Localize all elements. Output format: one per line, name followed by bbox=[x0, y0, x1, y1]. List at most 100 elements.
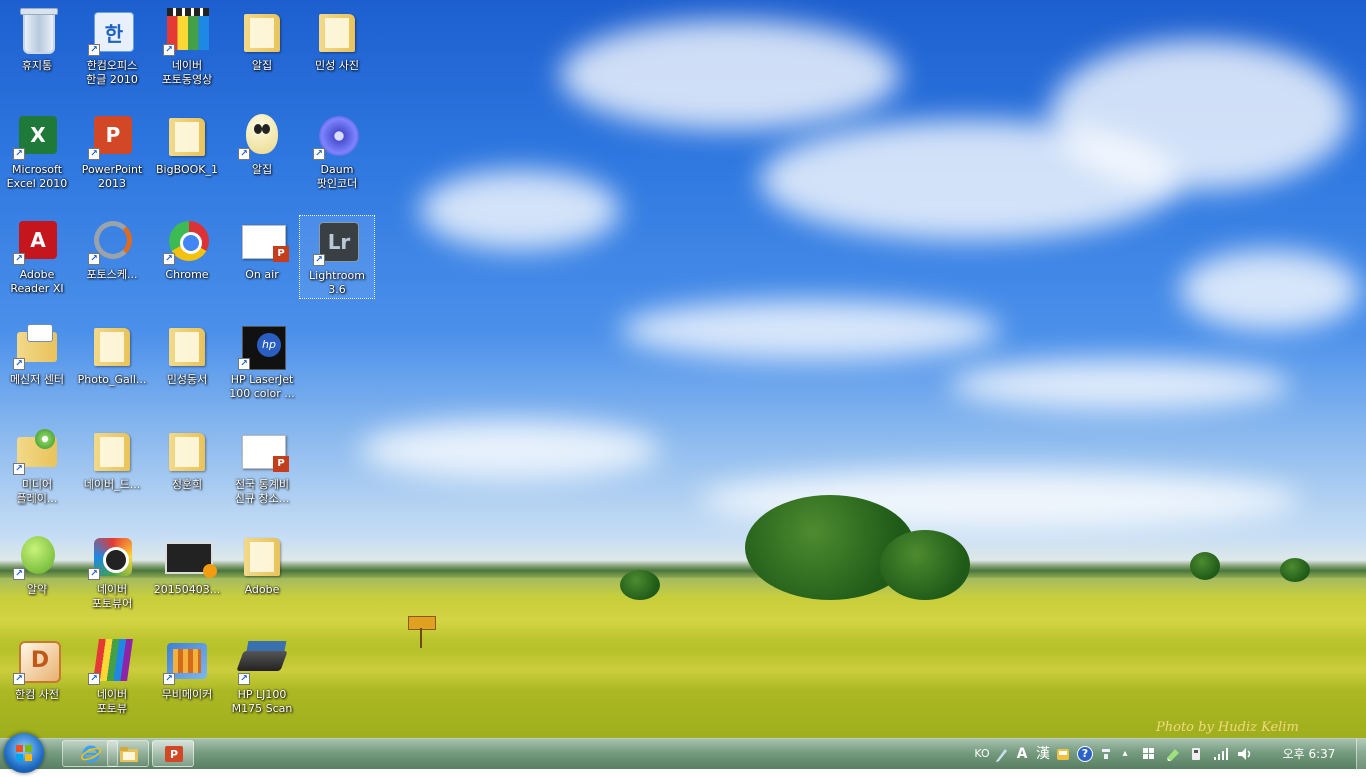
folder-icon bbox=[94, 328, 130, 366]
desktop[interactable]: Photo by Hudiz Kelim 휴지통 X ↗ Microsoft Ex… bbox=[0, 0, 1366, 738]
taskbar: P KO A 漢 ? ▴ 오후 6:37 bbox=[0, 733, 1366, 773]
desktop-icon-naver-photo-video[interactable]: ↗ 네이버 포토동영상 bbox=[150, 2, 224, 102]
tree bbox=[1190, 552, 1220, 580]
desktop-icon-label: 포토스케... bbox=[86, 268, 138, 281]
desktop-icon-on-air[interactable]: P On air bbox=[225, 211, 299, 311]
desktop-icon-minseong-photos[interactable]: 민성 사진 bbox=[300, 2, 374, 102]
shortcut-arrow-icon: ↗ bbox=[163, 44, 175, 56]
shortcut-arrow-icon: ↗ bbox=[13, 148, 25, 160]
shortcut-arrow-icon: ↗ bbox=[13, 673, 25, 685]
desktop-icon-label: 알약 bbox=[26, 583, 48, 596]
desktop-icon-messenger-center[interactable]: ↗ 메신저 센터 bbox=[0, 316, 74, 416]
cloud bbox=[1180, 250, 1360, 330]
shortcut-arrow-icon: ↗ bbox=[238, 148, 250, 160]
desktop-icon-label: Daum 팟인코더 bbox=[316, 163, 358, 190]
cloud bbox=[360, 420, 660, 480]
desktop-icon-stats-presentation[interactable]: P 전국 통계비 신규 창소... bbox=[225, 421, 299, 521]
taskbar-clock[interactable]: 오후 6:37 bbox=[1276, 746, 1342, 762]
shortcut-arrow-icon: ↗ bbox=[238, 358, 250, 370]
scanner-icon bbox=[236, 651, 288, 671]
show-desktop-button[interactable] bbox=[1356, 739, 1366, 769]
desktop-icon-label: 20150403... bbox=[153, 583, 221, 596]
video-file-icon bbox=[165, 542, 217, 578]
action-center-flag-icon[interactable] bbox=[1141, 745, 1157, 763]
desktop-icon-video-file[interactable]: 20150403... bbox=[150, 526, 224, 626]
desktop-icon-alzip-folder[interactable]: 알집 bbox=[225, 2, 299, 102]
desktop-icon-naver-photo-viewer[interactable]: ↗ 네이버 포토뷰어 bbox=[75, 526, 149, 626]
language-indicator[interactable]: KO bbox=[974, 745, 990, 763]
cloud bbox=[1050, 40, 1350, 190]
shortcut-arrow-icon: ↗ bbox=[88, 568, 100, 580]
folder-icon bbox=[120, 747, 138, 762]
shortcut-arrow-icon: ↗ bbox=[238, 673, 250, 685]
help-icon[interactable]: ? bbox=[1077, 746, 1093, 762]
shortcut-arrow-icon: ↗ bbox=[313, 254, 325, 266]
desktop-icon-naver-folder[interactable]: 네이버_드... bbox=[75, 421, 149, 521]
field-sign bbox=[408, 616, 436, 630]
internet-explorer-icon bbox=[81, 745, 101, 763]
start-button[interactable] bbox=[4, 733, 44, 773]
desktop-icon-recycle-bin[interactable]: 휴지통 bbox=[0, 2, 74, 102]
network-signal-icon[interactable] bbox=[1212, 745, 1230, 763]
desktop-icon-photo-gallery[interactable]: Photo_Gall... bbox=[75, 316, 149, 416]
volume-icon[interactable] bbox=[1236, 745, 1254, 763]
dictionary-icon: D bbox=[19, 641, 61, 683]
desktop-icon-chrome[interactable]: ↗ Chrome bbox=[150, 211, 224, 311]
desktop-icon-powerpoint[interactable]: P ↗ PowerPoint 2013 bbox=[75, 106, 149, 206]
ime-hanja-toggle[interactable]: 漢 bbox=[1034, 745, 1052, 763]
shortcut-arrow-icon: ↗ bbox=[88, 44, 100, 56]
shortcut-arrow-icon: ↗ bbox=[13, 463, 25, 475]
desktop-icon-label: 민성 사진 bbox=[315, 59, 359, 72]
desktop-icon-minseong-document[interactable]: 민성동서 bbox=[150, 316, 224, 416]
desktop-icon-label: Adobe Reader XI bbox=[10, 268, 64, 295]
desktop-icon-label: 네이버 포토동영상 bbox=[161, 59, 213, 86]
desktop-icon-adobe-reader[interactable]: A ↗ Adobe Reader XI bbox=[0, 211, 74, 311]
desktop-icon-hancom-dictionary[interactable]: D ↗ 한컴 사전 bbox=[0, 631, 74, 731]
desktop-icon-label: 알집 bbox=[251, 59, 273, 72]
hangul-icon: 한 bbox=[94, 12, 134, 52]
desktop-icon-daum-potencoder[interactable]: ↗ Daum 팟인코더 bbox=[300, 106, 374, 206]
desktop-icon-movie-maker[interactable]: ↗ 무비메이커 bbox=[150, 631, 224, 731]
alzip-icon bbox=[246, 114, 278, 154]
desktop-icon-alzip[interactable]: ↗ 알집 bbox=[225, 106, 299, 206]
shortcut-arrow-icon: ↗ bbox=[88, 148, 100, 160]
shortcut-arrow-icon: ↗ bbox=[88, 673, 100, 685]
desktop-icon-label: 한컴오피스 한글 2010 bbox=[86, 59, 138, 86]
desktop-icon-label: 한컴 사전 bbox=[15, 688, 59, 701]
safely-remove-hardware-icon[interactable] bbox=[1188, 745, 1204, 763]
ime-alpha-toggle[interactable]: A bbox=[1014, 745, 1030, 763]
taskbar-file-explorer[interactable] bbox=[107, 740, 149, 767]
desktop-icon-hp-laserjet[interactable]: ↗ HP LaserJet 100 color ... bbox=[225, 316, 299, 416]
desktop-icon-label: 네이버 포토뷰어 bbox=[91, 583, 133, 610]
shortcut-arrow-icon: ↗ bbox=[13, 568, 25, 580]
desktop-icon-bigbook[interactable]: BigBOOK_1 bbox=[150, 106, 224, 206]
folder-icon bbox=[244, 14, 280, 52]
taskbar-powerpoint[interactable]: P bbox=[152, 740, 194, 767]
lightroom-icon: Lr bbox=[319, 222, 359, 262]
desktop-icon-alyac[interactable]: ↗ 알약 bbox=[0, 526, 74, 626]
recycle-bin-icon bbox=[20, 8, 58, 54]
cloud bbox=[560, 20, 900, 130]
desktop-icon-excel[interactable]: X ↗ Microsoft Excel 2010 bbox=[0, 106, 74, 206]
folder-icon bbox=[169, 433, 205, 471]
desktop-icon-label: 네이버_드... bbox=[83, 478, 141, 491]
shortcut-arrow-icon: ↗ bbox=[13, 358, 25, 370]
field-sign-post bbox=[420, 628, 422, 648]
desktop-icon-naver-photoview[interactable]: ↗ 네이버 포토뷰 bbox=[75, 631, 149, 731]
shortcut-arrow-icon: ↗ bbox=[13, 253, 25, 265]
pen-tool-icon[interactable] bbox=[994, 745, 1010, 763]
ime-mode-icon[interactable] bbox=[1099, 745, 1113, 763]
desktop-icon-photoscape[interactable]: ↗ 포토스케... bbox=[75, 211, 149, 311]
desktop-icon-label: BigBOOK_1 bbox=[156, 163, 218, 176]
desktop-icon-media-player[interactable]: ↗ 미디어 플레이... bbox=[0, 421, 74, 521]
desktop-icon-adobe-folder[interactable]: Adobe bbox=[225, 526, 299, 626]
eraser-tool-icon[interactable] bbox=[1164, 745, 1182, 763]
alyac-icon bbox=[21, 536, 55, 574]
film-reel-icon bbox=[319, 116, 359, 156]
desktop-icon-hangul-2010[interactable]: 한 ↗ 한컴오피스 한글 2010 bbox=[75, 2, 149, 102]
desktop-icon-hp-scan[interactable]: ↗ HP LJ100 M175 Scan bbox=[225, 631, 299, 731]
show-hidden-icons-button[interactable]: ▴ bbox=[1118, 745, 1132, 763]
ime-settings-icon[interactable] bbox=[1055, 745, 1071, 763]
desktop-icon-lightroom[interactable]: Lr ↗ Lightroom 3.6 bbox=[299, 215, 375, 299]
desktop-icon-jeong-hoonhee[interactable]: 정훈희 bbox=[150, 421, 224, 521]
